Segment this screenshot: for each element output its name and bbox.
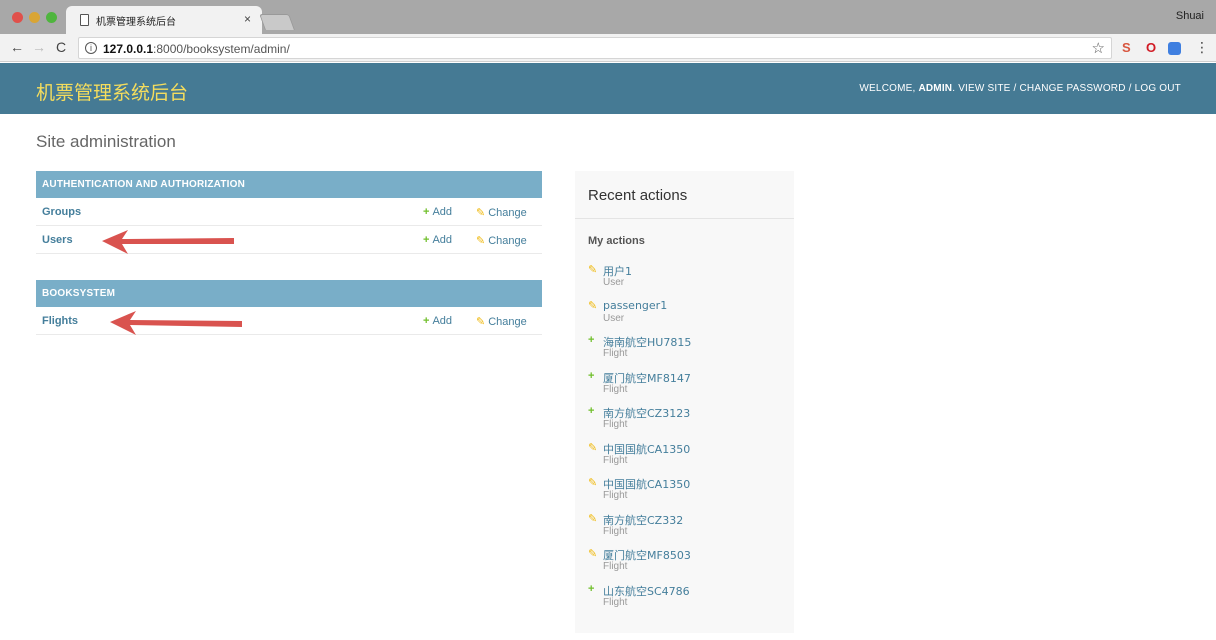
annotation-arrow-flights <box>110 311 242 335</box>
address-bar[interactable]: i 127.0.0.1:8000/booksystem/admin/ ☆ <box>78 37 1112 59</box>
info-icon[interactable]: i <box>85 42 97 54</box>
pencil-icon: ✎ <box>588 548 598 560</box>
bookmark-star-icon[interactable]: ☆ <box>1092 39 1105 57</box>
url-host: 127.0.0.1 <box>103 42 154 56</box>
model-row-groups: Groups + Add ✎ Change <box>36 198 542 226</box>
recent-actions-panel: Recent actions My actions ✎ 用户1 User ✎ passe… <box>575 171 794 633</box>
plus-icon: + <box>588 582 595 595</box>
action-object-type: User <box>603 312 625 324</box>
recent-action-item: ✎ 中国国航CA1350 Flight <box>588 441 788 477</box>
welcome-text: WELCOME, <box>859 83 919 94</box>
profile-name[interactable]: Shuai <box>1176 10 1204 22</box>
recent-action-item: ✎ 南方航空CZ332 Flight <box>588 512 788 548</box>
model-link-flights[interactable]: Flights <box>42 315 78 327</box>
new-tab-button[interactable] <box>259 14 295 30</box>
url-text: 127.0.0.1:8000/booksystem/admin/ <box>103 42 290 56</box>
add-users-link[interactable]: + Add <box>423 234 452 246</box>
plus-icon: + <box>423 206 430 218</box>
pencil-icon: ✎ <box>588 299 598 312</box>
url-path: :8000/booksystem/admin/ <box>153 42 290 56</box>
back-arrow-icon[interactable]: ← <box>10 39 24 55</box>
page-icon <box>80 14 89 26</box>
my-actions-heading: My actions <box>588 235 645 247</box>
action-object-type: Flight <box>603 348 628 359</box>
recent-action-item: + 厦门航空MF8147 Flight <box>588 370 788 406</box>
change-users-link[interactable]: ✎ Change <box>476 234 527 247</box>
change-groups-link[interactable]: ✎ Change <box>476 206 527 219</box>
recent-action-item: ✎ 中国国航CA1350 Flight <box>588 476 788 512</box>
add-label: Add <box>432 315 453 327</box>
pencil-icon: ✎ <box>476 235 486 247</box>
site-branding[interactable]: 机票管理系统后台 <box>36 78 188 105</box>
recent-action-item: ✎ 厦门航空MF8503 Flight <box>588 547 788 583</box>
add-label: Add <box>432 234 453 246</box>
add-label: Add <box>432 206 453 218</box>
browser-menu-icon[interactable]: ⋮ <box>1195 39 1209 56</box>
plus-icon: + <box>588 405 595 417</box>
model-link-users[interactable]: Users <box>42 234 73 246</box>
action-list: ✎ 用户1 User ✎ passenger1 User + 海南航空HU7815 Flight… <box>588 263 788 618</box>
action-object-type: Flight <box>603 525 628 537</box>
plus-icon: + <box>423 315 430 327</box>
extension-blue-icon[interactable] <box>1168 42 1181 55</box>
pencil-icon: ✎ <box>588 512 598 525</box>
forward-arrow-icon[interactable]: → <box>32 39 46 55</box>
pencil-icon: ✎ <box>476 207 486 219</box>
recent-actions-title: Recent actions <box>588 187 688 204</box>
page-title: Site administration <box>36 132 176 151</box>
action-object-type: Flight <box>603 383 628 395</box>
annotation-arrow-users <box>102 230 234 254</box>
change-flights-link[interactable]: ✎ Change <box>476 315 527 328</box>
admin-header: 机票管理系统后台 WELCOME, ADMIN. VIEW SITE / CHA… <box>0 63 1216 114</box>
pencil-icon: ✎ <box>588 477 598 489</box>
extension-s-icon[interactable]: S <box>1122 41 1131 55</box>
action-object-type: Flight <box>603 419 628 430</box>
browser-tab[interactable]: 机票管理系统后台 × <box>66 6 262 34</box>
opera-extension-icon[interactable]: O <box>1146 41 1156 55</box>
reload-icon[interactable]: C <box>56 39 66 55</box>
model-link-groups[interactable]: Groups <box>42 206 81 218</box>
change-label: Change <box>488 316 527 328</box>
plus-icon: + <box>423 234 430 246</box>
plus-icon: + <box>588 334 595 346</box>
action-object-type: User <box>603 277 625 288</box>
action-object-type: Flight <box>603 596 628 608</box>
pencil-icon: ✎ <box>588 441 598 454</box>
window-maximize-button[interactable] <box>46 12 57 23</box>
browser-tab-strip: 机票管理系统后台 × Shuai <box>0 0 1216 34</box>
action-object-type: Flight <box>603 561 628 572</box>
action-object-type: Flight <box>603 454 628 466</box>
recent-action-item: + 南方航空CZ3123 Flight <box>588 405 788 441</box>
add-flights-link[interactable]: + Add <box>423 315 452 327</box>
pencil-icon: ✎ <box>588 264 598 276</box>
recent-action-item: ✎ 用户1 User <box>588 263 788 299</box>
action-object-link[interactable]: passenger1 <box>603 299 667 312</box>
user-tools: WELCOME, ADMIN. VIEW SITE / CHANGE PASSW… <box>859 83 1181 94</box>
add-groups-link[interactable]: + Add <box>423 206 452 218</box>
browser-toolbar: ← → C i 127.0.0.1:8000/booksystem/admin/… <box>0 34 1216 62</box>
user-links[interactable]: . VIEW SITE / CHANGE PASSWORD / LOG OUT <box>952 83 1181 94</box>
divider <box>575 218 794 219</box>
recent-action-item: + 海南航空HU7815 Flight <box>588 334 788 370</box>
tab-close-icon[interactable]: × <box>244 12 251 26</box>
window-minimize-button[interactable] <box>29 12 40 23</box>
action-object-type: Flight <box>603 490 628 501</box>
change-label: Change <box>488 207 527 219</box>
module-caption[interactable]: BOOKSYSTEM <box>36 280 542 307</box>
module-caption[interactable]: AUTHENTICATION AND AUTHORIZATION <box>36 171 542 198</box>
recent-action-item: + 山东航空SC4786 Flight <box>588 583 788 619</box>
plus-icon: + <box>588 369 595 382</box>
username: ADMIN <box>918 83 953 94</box>
pencil-icon: ✎ <box>476 316 486 328</box>
recent-action-item: ✎ passenger1 User <box>588 299 788 335</box>
tab-title: 机票管理系统后台 <box>96 17 176 28</box>
change-label: Change <box>488 235 527 247</box>
window-close-button[interactable] <box>12 12 23 23</box>
